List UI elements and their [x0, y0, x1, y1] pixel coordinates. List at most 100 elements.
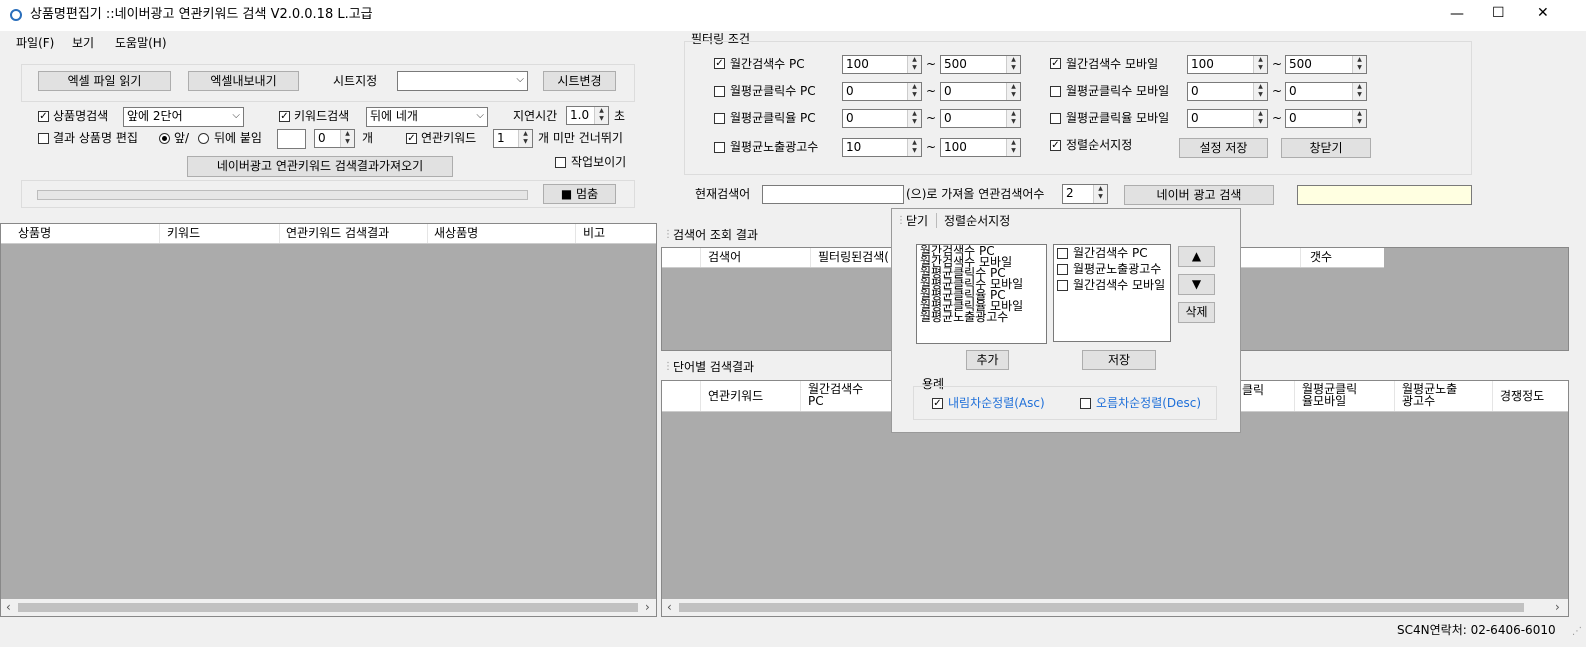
product-grid[interactable]: 상품명 키워드 연관키워드 검색결과 새상품명 비고 ‹ › [0, 223, 657, 617]
filter-pc-search-min[interactable]: 100 ▲ ▼ [842, 55, 922, 74]
show-work-checkbox[interactable] [555, 157, 566, 168]
column-header[interactable]: 필터링된검색( [818, 250, 889, 264]
minimize-button[interactable]: — [1450, 6, 1464, 22]
selected-item-checkbox[interactable] [1057, 248, 1068, 259]
move-up-button[interactable]: ▲ [1178, 246, 1215, 267]
filter-pc-click-max[interactable]: 0 ▲ ▼ [940, 82, 1021, 101]
current-search-field[interactable] [762, 185, 904, 204]
chevron-right-icon[interactable]: › [1555, 599, 1560, 616]
filter-pc-ctr-checkbox[interactable] [714, 113, 725, 124]
edit-result-checkbox[interactable] [38, 133, 49, 144]
keyword-search-checkbox[interactable]: ✓ [279, 111, 290, 122]
chevron-left-icon[interactable]: ‹ [667, 599, 672, 616]
spinner-arrows-icon[interactable]: ▲ ▼ [1006, 110, 1020, 127]
front-radio[interactable] [159, 133, 170, 144]
filter-ads-min[interactable]: 10 ▲ ▼ [842, 138, 922, 157]
filter-mobile-ctr-max[interactable]: 0 ▲ ▼ [1285, 109, 1367, 128]
stop-button[interactable]: ■ 멈춤 [543, 184, 616, 204]
column-header[interactable]: 연관키워드 검색결과 [286, 226, 389, 240]
column-header[interactable]: 월평균클릭 율모바일 [1302, 383, 1357, 407]
filter-pc-click-min[interactable]: 0 ▲ ▼ [842, 82, 922, 101]
ascending-checkbox[interactable] [1080, 398, 1091, 409]
append-text-field[interactable] [277, 129, 306, 149]
column-header[interactable]: 연관키워드 [708, 389, 763, 403]
add-button[interactable]: 추가 [966, 350, 1009, 370]
chevron-right-icon[interactable]: › [645, 599, 650, 616]
fetch-count-spinner[interactable]: 2 ▲ ▼ [1062, 184, 1108, 204]
filter-pc-search-checkbox[interactable]: ✓ [714, 58, 725, 69]
sheet-combo[interactable]: ⌵ [397, 71, 528, 91]
filter-mobile-click-min[interactable]: 0 ▲ ▼ [1187, 82, 1268, 101]
spinner-arrows-icon[interactable]: ▲ ▼ [1253, 83, 1267, 100]
keyword-search-combo[interactable]: 뒤에 네개 ⌵ [366, 107, 488, 127]
delete-button[interactable]: 삭제 [1178, 302, 1215, 323]
spinner-arrows-icon[interactable]: ▲ ▼ [1006, 56, 1020, 73]
save-settings-button[interactable]: 설정 저장 [1179, 138, 1268, 158]
spinner-arrows-icon[interactable]: ▲ ▼ [1352, 110, 1366, 127]
column-header[interactable]: 경쟁정도 [1500, 389, 1544, 403]
spinner-arrows-icon[interactable]: ▲ ▼ [1253, 56, 1267, 73]
column-header[interactable]: 검색어 [708, 250, 741, 264]
horizontal-scrollbar[interactable]: ‹ › [1, 599, 656, 616]
spinner-arrows-icon[interactable]: ▲ ▼ [907, 56, 921, 73]
related-keyword-checkbox[interactable]: ✓ [406, 133, 417, 144]
filter-mobile-search-max[interactable]: 500 ▲ ▼ [1285, 55, 1367, 74]
selected-fields-list[interactable]: 월간검색수 PC 월평균노출광고수 월간검색수 모바일 [1053, 244, 1171, 342]
close-button[interactable]: ✕ [1537, 5, 1549, 21]
product-search-combo[interactable]: 앞에 2단어 ⌵ [123, 107, 244, 127]
spinner-arrows-icon[interactable]: ▲ ▼ [340, 130, 354, 147]
product-search-checkbox[interactable]: ✓ [38, 111, 49, 122]
column-header[interactable]: 클릭 [1242, 383, 1264, 397]
spinner-arrows-icon[interactable]: ▲ ▼ [1253, 110, 1267, 127]
sort-order-checkbox[interactable]: ✓ [1050, 140, 1061, 151]
menu-file[interactable]: 파일(F) [16, 35, 54, 51]
horizontal-scrollbar[interactable]: ‹ › [662, 599, 1568, 616]
filter-ads-max[interactable]: 100 ▲ ▼ [940, 138, 1021, 157]
filter-pc-click-checkbox[interactable] [714, 86, 725, 97]
column-header[interactable]: 상품명 [18, 226, 51, 240]
spinner-arrows-icon[interactable]: ▲ ▼ [1006, 139, 1020, 156]
column-header[interactable]: 키워드 [167, 226, 200, 240]
selected-item-checkbox[interactable] [1057, 264, 1068, 275]
list-item[interactable]: 월평균노출광고수 [1073, 261, 1161, 277]
filter-mobile-ctr-checkbox[interactable] [1050, 113, 1061, 124]
filter-pc-ctr-min[interactable]: 0 ▲ ▼ [842, 109, 922, 128]
column-header[interactable]: 비고 [583, 226, 605, 240]
popup-save-button[interactable]: 저장 [1082, 350, 1156, 370]
available-fields-list[interactable]: 월간검색수 PC 월간검색수 모바일 월평균클릭수 PC 월평균클릭수 모바일 … [916, 244, 1047, 344]
filter-mobile-search-checkbox[interactable]: ✓ [1050, 58, 1061, 69]
filter-pc-search-max[interactable]: 500 ▲ ▼ [940, 55, 1021, 74]
naver-ad-search-button[interactable]: 네이버 광고 검색 [1124, 185, 1274, 205]
column-header[interactable]: 갯수 [1310, 250, 1332, 264]
spinner-arrows-icon[interactable]: ▲ ▼ [1093, 185, 1107, 203]
spinner-arrows-icon[interactable]: ▲ ▼ [518, 130, 532, 147]
filter-mobile-search-min[interactable]: 100 ▲ ▼ [1187, 55, 1268, 74]
popup-sort-tab[interactable]: 정렬순서지정 [944, 213, 1010, 229]
close-window-button[interactable]: 창닫기 [1281, 138, 1371, 158]
column-header[interactable]: 새상품명 [434, 226, 478, 240]
spinner-arrows-icon[interactable]: ▲ ▼ [1352, 56, 1366, 73]
back-radio[interactable] [198, 133, 209, 144]
filter-mobile-ctr-min[interactable]: 0 ▲ ▼ [1187, 109, 1268, 128]
spinner-arrows-icon[interactable]: ▲ ▼ [1006, 83, 1020, 100]
menu-view[interactable]: 보기 [72, 35, 94, 51]
delay-spinner[interactable]: 1.0 ▲ ▼ [566, 106, 609, 125]
list-item[interactable]: 월간검색수 모바일 [1073, 277, 1165, 293]
selected-item-checkbox[interactable] [1057, 280, 1068, 291]
sheet-change-button[interactable]: 시트변경 [543, 71, 616, 91]
maximize-button[interactable]: ☐ [1492, 5, 1505, 21]
filter-pc-ctr-max[interactable]: 0 ▲ ▼ [940, 109, 1021, 128]
move-down-button[interactable]: ▼ [1178, 274, 1215, 295]
popup-close-tab[interactable]: 닫기 [906, 213, 928, 229]
spinner-arrows-icon[interactable]: ▲ ▼ [907, 110, 921, 127]
spinner-arrows-icon[interactable]: ▲ ▼ [907, 83, 921, 100]
spinner-arrows-icon[interactable]: ▲ ▼ [1352, 83, 1366, 100]
filter-mobile-click-checkbox[interactable] [1050, 86, 1061, 97]
spinner-arrows-icon[interactable]: ▲ ▼ [594, 107, 608, 124]
fetch-results-button[interactable]: 네이버광고 연관키워드 검색결과가져오기 [187, 156, 453, 177]
filter-ads-checkbox[interactable] [714, 142, 725, 153]
count-spinner[interactable]: 0 ▲ ▼ [314, 129, 355, 148]
export-excel-button[interactable]: 엑셀내보내기 [188, 71, 299, 91]
scrollbar-thumb[interactable] [18, 603, 638, 612]
spinner-arrows-icon[interactable]: ▲ ▼ [907, 139, 921, 156]
